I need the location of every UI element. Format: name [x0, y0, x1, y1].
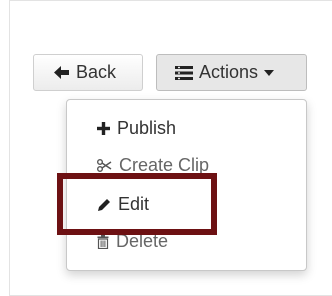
actions-dropdown-button[interactable]: Actions [156, 54, 307, 91]
edit-highlight-box [57, 173, 217, 235]
back-button[interactable]: Back [33, 54, 143, 91]
list-icon [175, 65, 193, 81]
caret-down-icon [264, 69, 275, 76]
arrow-left-icon [53, 65, 70, 80]
scissors-icon [97, 159, 112, 172]
menu-item-publish[interactable]: Publish [97, 118, 176, 139]
plus-icon [97, 122, 110, 135]
back-button-label: Back [76, 62, 117, 82]
actions-button-label: Actions [199, 62, 259, 82]
trash-icon [97, 234, 109, 249]
menu-item-label: Publish [117, 118, 177, 138]
